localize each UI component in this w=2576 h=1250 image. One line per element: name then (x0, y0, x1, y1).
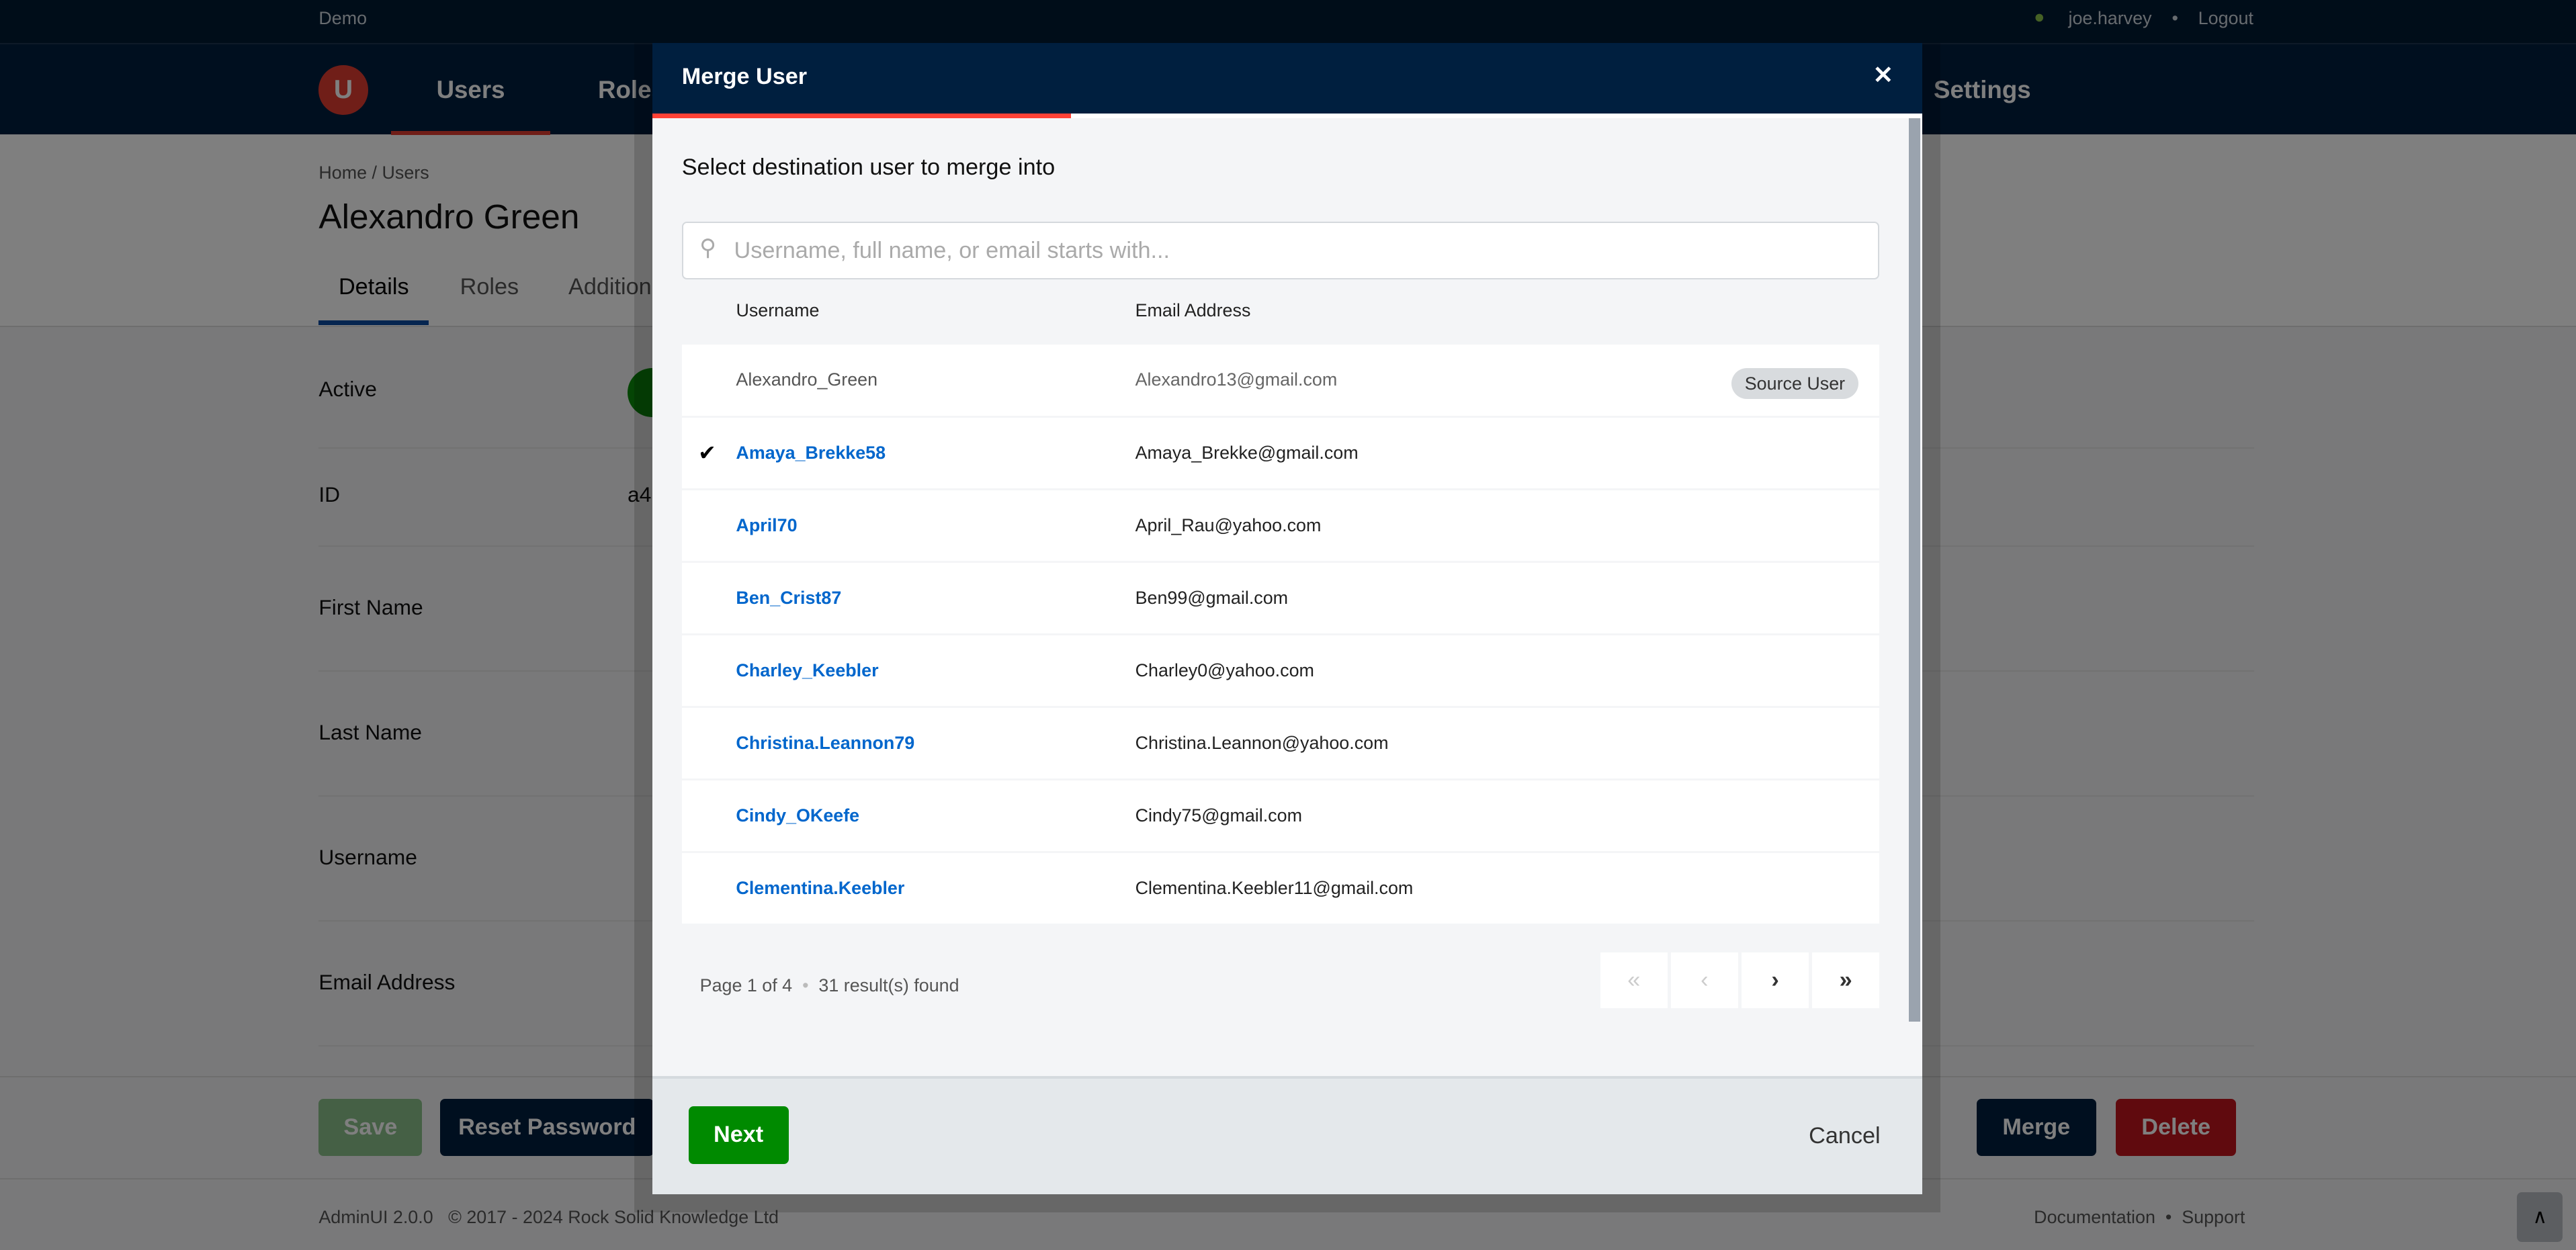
username-cell[interactable]: Cindy_OKeefe (736, 780, 859, 851)
search-icon: ⚲ (699, 235, 717, 261)
search-input[interactable]: ⚲ Username, full name, or email starts w… (681, 222, 1880, 279)
user-row[interactable]: ✔ Amaya_Brekke58 Amaya_Brekke@gmail.com (681, 417, 1880, 488)
user-row[interactable]: Clementina.Keebler Clementina.Keebler11@g… (681, 853, 1880, 924)
cancel-button[interactable]: Cancel (1809, 1123, 1881, 1149)
user-row[interactable]: Charley_Keebler Charley0@yahoo.com (681, 635, 1880, 706)
username-cell[interactable]: Christina.Leannon79 (736, 708, 914, 778)
email-cell: Clementina.Keebler11@gmail.com (1135, 878, 1414, 899)
email-cell: Ben99@gmail.com (1135, 587, 1289, 608)
user-row[interactable]: Christina.Leannon79 Christina.Leannon@yah… (681, 707, 1880, 778)
email-cell: Charley0@yahoo.com (1135, 660, 1314, 680)
username-cell[interactable]: Charley_Keebler (736, 635, 878, 706)
next-page-button[interactable]: › (1741, 952, 1809, 1009)
user-row[interactable]: Ben_Crist87 Ben99@gmail.com (681, 562, 1880, 633)
user-row[interactable]: Cindy_OKeefe Cindy75@gmail.com (681, 780, 1880, 852)
user-row: Alexandro_Green Alexandro13@gmail.com Sour… (681, 345, 1880, 416)
column-email: Email Address (1135, 300, 1251, 321)
step-progress (652, 113, 1922, 119)
email-cell: Amaya_Brekke@gmail.com (1135, 442, 1359, 463)
modal-header: Merge User ✕ (652, 42, 1922, 114)
prev-page-button[interactable]: ‹ (1670, 952, 1738, 1009)
modal-scrollbar[interactable] (1909, 118, 1921, 1022)
column-username: Username (736, 300, 820, 321)
last-page-button[interactable]: » (1812, 952, 1880, 1009)
email-cell: April_Rau@yahoo.com (1135, 515, 1322, 535)
modal-title: Merge User (681, 64, 808, 90)
close-icon[interactable]: ✕ (1873, 60, 1894, 89)
source-user-badge: Source User (1731, 367, 1858, 400)
username-cell[interactable]: April70 (736, 490, 797, 561)
username-cell[interactable]: Amaya_Brekke58 (736, 418, 886, 488)
pagination-info: Page 1 of 4 • 31 result(s) found (699, 975, 959, 996)
merge-user-modal: Merge User ✕ Select destination user to … (652, 42, 1922, 1194)
next-button[interactable]: Next (688, 1106, 789, 1164)
username-cell[interactable]: Ben_Crist87 (736, 563, 841, 633)
modal-footer: Next Cancel (652, 1075, 1922, 1194)
email-cell: Alexandro13@gmail.com (1135, 369, 1338, 390)
username-cell: Alexandro_Green (736, 369, 878, 390)
email-cell: Christina.Leannon@yahoo.com (1135, 732, 1389, 753)
user-row[interactable]: April70 April_Rau@yahoo.com (681, 490, 1880, 561)
checkmark-icon: ✔ (698, 440, 716, 465)
email-cell: Cindy75@gmail.com (1135, 805, 1302, 825)
username-cell[interactable]: Clementina.Keebler (736, 853, 904, 924)
modal-subtitle: Select destination user to merge into (681, 154, 1056, 180)
first-page-button[interactable]: « (1600, 952, 1668, 1009)
